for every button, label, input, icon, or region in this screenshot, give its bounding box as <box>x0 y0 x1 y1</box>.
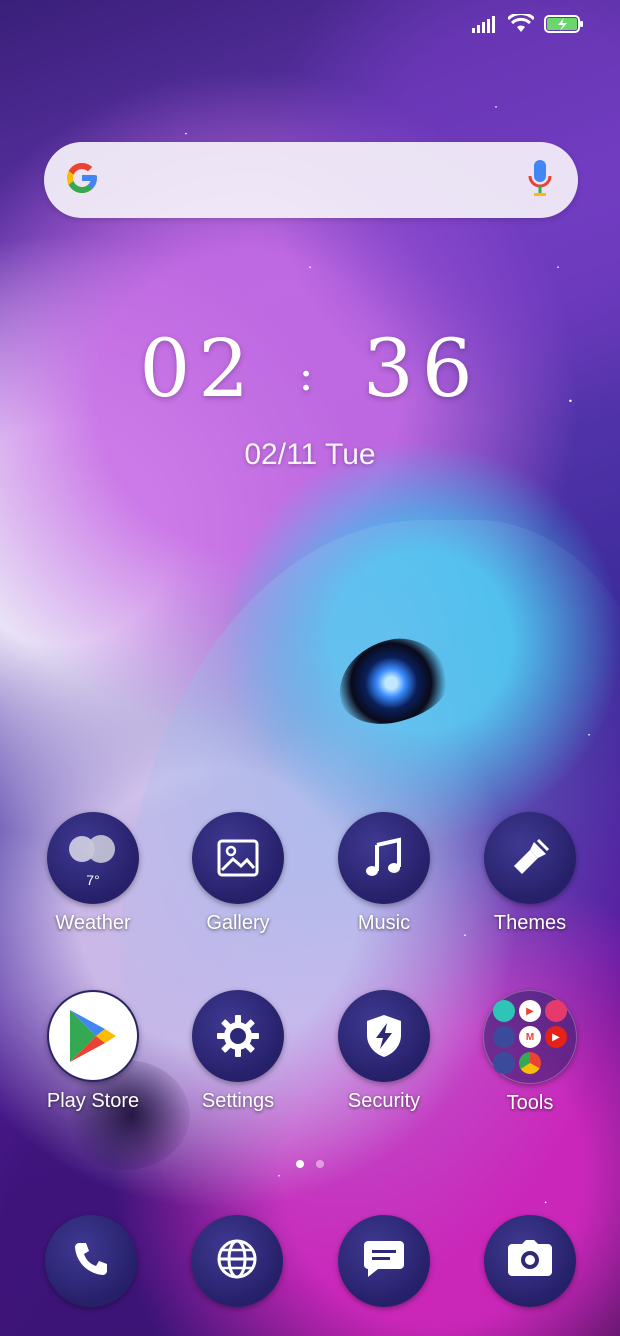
app-label: Gallery <box>206 912 270 934</box>
folder-app-icon <box>493 1026 515 1048</box>
app-label: Weather <box>55 912 131 934</box>
weather-temperature: 7° <box>86 872 100 888</box>
weather-icon: 7° <box>47 812 139 904</box>
app-folder-tools[interactable]: ▶ M ▶ Tools <box>457 990 603 1115</box>
folder-app-icon: ▶ <box>519 1000 541 1022</box>
page-indicator[interactable] <box>0 1160 620 1168</box>
camera-icon <box>508 1239 552 1283</box>
app-label: Settings <box>201 1090 275 1112</box>
chrome-icon <box>519 1052 541 1074</box>
battery-charging-icon <box>544 14 584 34</box>
youtube-icon: ▶ <box>545 1026 567 1048</box>
music-note-icon <box>338 812 430 904</box>
clock-minutes: 36 <box>362 322 481 415</box>
shield-lightning-icon <box>338 990 430 1082</box>
folder-app-icon <box>493 1000 515 1022</box>
page-dot-active <box>296 1160 304 1168</box>
dock-phone[interactable] <box>45 1215 137 1307</box>
date-weekday: Tue <box>325 438 376 471</box>
dock-browser[interactable] <box>191 1215 283 1307</box>
message-icon <box>362 1239 406 1284</box>
play-store-icon <box>47 990 139 1082</box>
date-display: 02/11 Tue <box>0 438 620 472</box>
clock-separator: : <box>298 349 322 401</box>
page-dot <box>316 1160 324 1168</box>
dock-messages[interactable] <box>338 1215 430 1307</box>
app-security[interactable]: Security <box>311 990 457 1113</box>
app-label: Security <box>347 1090 421 1112</box>
folder-app-icon <box>493 1052 515 1074</box>
paintbrush-icon <box>484 812 576 904</box>
app-settings[interactable]: Settings <box>165 990 311 1113</box>
tools-folder-icon: ▶ M ▶ <box>483 990 577 1084</box>
app-label: Play Store <box>46 1090 140 1112</box>
app-label: Tools <box>506 1092 554 1114</box>
signal-icon <box>472 15 498 33</box>
app-label: Music <box>357 912 411 934</box>
dock-camera[interactable] <box>484 1215 576 1307</box>
clock-widget[interactable]: 02 : 36 <box>0 322 620 415</box>
app-play-store[interactable]: Play Store <box>20 990 166 1113</box>
phone-icon <box>71 1239 111 1284</box>
app-weather[interactable]: 7° Weather <box>20 812 166 935</box>
status-bar <box>472 14 584 34</box>
app-music[interactable]: Music <box>311 812 457 935</box>
google-search-bar[interactable] <box>44 142 578 218</box>
gmail-icon: M <box>519 1026 541 1048</box>
clock-hours: 02 <box>139 322 258 415</box>
date-day: 02/11 <box>244 438 318 471</box>
gallery-icon <box>192 812 284 904</box>
folder-app-icon <box>545 1000 567 1022</box>
voice-search-mic-icon[interactable] <box>528 159 552 201</box>
globe-icon <box>215 1237 259 1286</box>
google-logo-icon <box>64 160 100 201</box>
app-gallery[interactable]: Gallery <box>165 812 311 935</box>
app-themes[interactable]: Themes <box>457 812 603 935</box>
wifi-icon <box>508 14 534 34</box>
gear-icon <box>192 990 284 1082</box>
folder-empty-slot <box>545 1052 567 1074</box>
app-label: Themes <box>493 912 567 934</box>
